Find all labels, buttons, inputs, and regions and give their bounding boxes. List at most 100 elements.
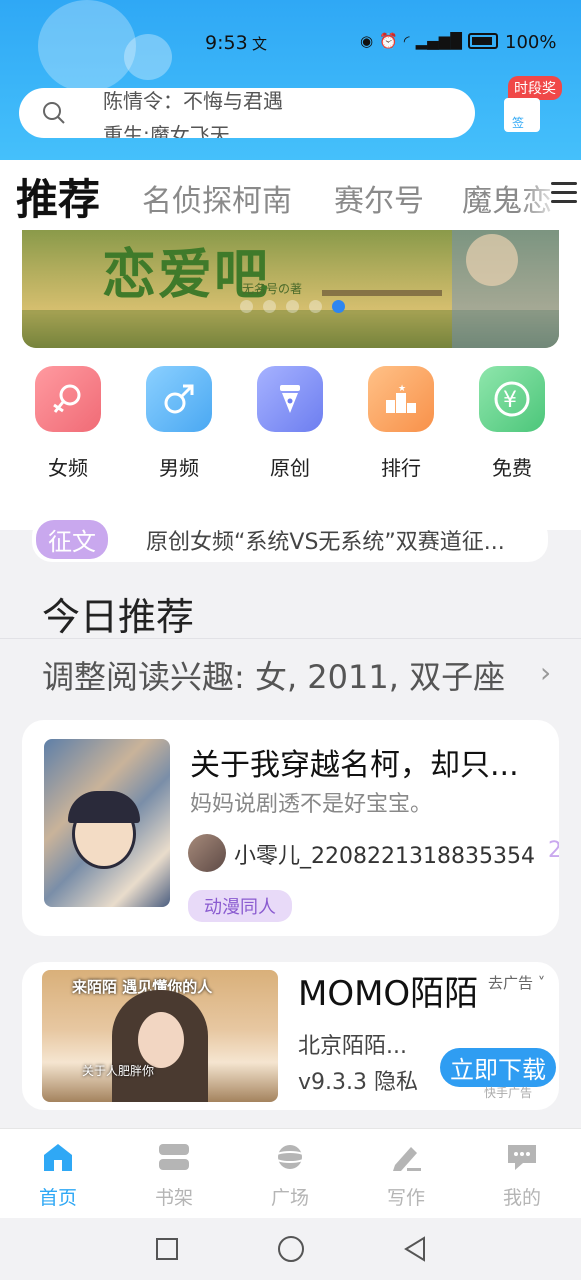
- home-icon: [44, 1144, 72, 1171]
- bottom-nav: 首页 书架 广场 写作 我的: [0, 1128, 581, 1218]
- notice-text: 原创女频“系统VS无系统”双赛道征...: [146, 530, 505, 555]
- interest-setting[interactable]: 调整阅读兴趣: 女, 2011, 双子座 ›: [42, 652, 551, 698]
- cover-figure: [68, 791, 140, 823]
- read-count: 296: [548, 838, 559, 863]
- pagination-dot: [309, 300, 322, 313]
- ad-image: 来陌陌 遇见懂你的人 关于人肥胖你: [42, 970, 278, 1102]
- podium-icon: ★: [368, 366, 434, 432]
- tab-conan[interactable]: 名侦探柯南: [142, 176, 292, 220]
- eye-icon: ◉: [360, 32, 374, 50]
- ad-version[interactable]: v9.3.3 隐私: [298, 1064, 418, 1096]
- battery-icon: [467, 33, 498, 49]
- pagination-dot: [286, 300, 299, 313]
- genre-tag[interactable]: 动漫同人: [188, 890, 292, 922]
- signin-label: 签: [512, 116, 525, 130]
- search-hint: 重生:魔女飞天: [103, 123, 230, 138]
- pagination-dot-active: [332, 300, 345, 313]
- notice-banner[interactable]: 征文 原创女频“系统VS无系统”双赛道征...: [32, 516, 548, 562]
- category-label: 排行: [381, 456, 421, 480]
- tab-recommend[interactable]: 推荐: [16, 166, 100, 227]
- remove-ad-button[interactable]: 去广告 ˅: [482, 972, 552, 993]
- search-hint-scroller: 陈情令：不悔与君遇 重生:魔女飞天: [103, 88, 463, 138]
- status-time: 9:53: [205, 32, 248, 54]
- ad-figure: [138, 1012, 184, 1068]
- pagination-dot: [240, 300, 253, 313]
- header: 9:53 文 ◉ ⏰ ◜ ▂▄▆█ 100% 陈情令：不悔与君遇 重生:魔女飞天…: [0, 0, 581, 160]
- alarm-icon: ⏰: [379, 32, 398, 50]
- signin-button[interactable]: 时段奖 签: [494, 72, 574, 142]
- home-button[interactable]: [278, 1236, 304, 1262]
- chevron-right-icon: ›: [540, 656, 552, 689]
- category-label: 男频: [159, 456, 199, 480]
- nav-label: 首页: [38, 1187, 77, 1209]
- interest-text: 调整阅读兴趣: 女, 2011, 双子座: [42, 658, 506, 696]
- translate-icon: 文: [252, 35, 268, 53]
- author-name: 小零儿_2208221318835354: [234, 844, 535, 869]
- nav-mine[interactable]: 我的: [482, 1141, 562, 1210]
- nav-home[interactable]: 首页: [18, 1141, 98, 1210]
- tab-seer[interactable]: 赛尔号: [334, 176, 424, 220]
- svg-text:¥: ¥: [503, 388, 517, 413]
- book-card[interactable]: 关于我穿越名柯，却只... 妈妈说剧透不是好宝宝。 小零儿_2208221318…: [22, 720, 559, 936]
- book-description: 妈妈说剧透不是好宝宝。: [190, 792, 433, 817]
- ad-source-label: 快手广告: [484, 1086, 533, 1100]
- category-label: 女频: [48, 456, 88, 480]
- menu-icon[interactable]: [551, 182, 577, 206]
- ad-title: MOMO陌陌: [298, 974, 479, 1014]
- category-male[interactable]: 男频: [139, 366, 219, 481]
- status-bar: 9:53 文 ◉ ⏰ ◜ ▂▄▆█ 100%: [0, 28, 581, 60]
- pencil-icon: [393, 1147, 421, 1171]
- book-title: 关于我穿越名柯，却只...: [190, 748, 519, 783]
- signal-icon: ▂▄▆█: [415, 32, 462, 50]
- section-title: 今日推荐: [42, 595, 195, 639]
- banner-pagination: [240, 300, 345, 313]
- status-icons: ◉ ⏰ ◜ ▂▄▆█: [360, 32, 498, 50]
- nav-bookshelf[interactable]: 书架: [134, 1141, 214, 1210]
- recents-button[interactable]: [156, 1238, 178, 1260]
- bookshelf-icon: [159, 1144, 189, 1170]
- back-button[interactable]: [402, 1236, 428, 1262]
- svg-text:★: ★: [398, 384, 406, 394]
- category-grid: 女频 男频 原创 ★ 排行 ¥ 免费: [0, 366, 581, 486]
- search-hint: 陈情令：不悔与君遇: [103, 89, 283, 113]
- banner[interactable]: 恋爱吧 无名号の著: [22, 230, 559, 348]
- notice-tag: 征文: [36, 520, 108, 559]
- category-original[interactable]: 原创: [250, 366, 330, 481]
- gift-icon: 签: [504, 98, 540, 132]
- female-icon: [35, 366, 101, 432]
- ad-card[interactable]: 来陌陌 遇见懂你的人 关于人肥胖你 MOMO陌陌 去广告 ˅ 北京陌陌... v…: [22, 962, 559, 1110]
- category-ranking[interactable]: ★ 排行: [361, 366, 441, 481]
- banner-author: 无名号の著: [242, 282, 303, 296]
- category-free[interactable]: ¥ 免费: [472, 366, 552, 481]
- divider: [0, 638, 581, 639]
- nav-label: 广场: [270, 1187, 309, 1209]
- ad-subtitle: 北京陌陌...: [298, 1034, 407, 1059]
- pen-icon: [257, 366, 323, 432]
- planet-icon: [273, 1145, 307, 1169]
- banner-title: 恋爱吧: [102, 242, 270, 306]
- category-label: 原创: [270, 456, 310, 480]
- chat-icon: [508, 1145, 536, 1170]
- avatar: [188, 834, 226, 872]
- category-label: 免费: [492, 456, 532, 480]
- nav-label: 书架: [154, 1187, 193, 1209]
- search-bar[interactable]: 陈情令：不悔与君遇 重生:魔女飞天: [19, 88, 475, 138]
- book-cover: [44, 739, 170, 907]
- ad-image-caption2: 关于人肥胖你: [82, 1064, 155, 1078]
- battery-percent: 100%: [505, 32, 557, 53]
- nav-label: 写作: [386, 1187, 425, 1209]
- search-icon: [43, 102, 65, 124]
- remove-ad-label: 去广告: [488, 974, 534, 992]
- wifi-icon: ◜: [403, 32, 410, 50]
- nav-square[interactable]: 广场: [250, 1141, 330, 1210]
- nav-write[interactable]: 写作: [366, 1141, 446, 1210]
- nav-label: 我的: [502, 1187, 541, 1209]
- category-tabs: 推荐 名侦探柯南 赛尔号 魔鬼恋: [0, 160, 581, 230]
- download-button[interactable]: 立即下载: [440, 1048, 556, 1087]
- signin-badge: 时段奖: [508, 76, 562, 100]
- system-nav: [0, 1218, 581, 1280]
- pagination-dot: [263, 300, 276, 313]
- yen-icon: ¥: [479, 366, 545, 432]
- category-female[interactable]: 女频: [28, 366, 108, 481]
- male-icon: [146, 366, 212, 432]
